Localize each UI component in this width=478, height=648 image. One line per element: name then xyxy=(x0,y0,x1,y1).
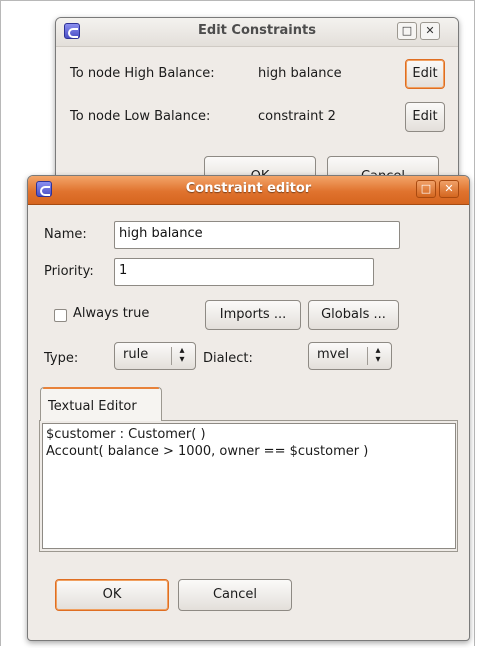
combo-arrows-icon: ▴ ▾ xyxy=(375,345,381,365)
cancel-button[interactable]: Cancel xyxy=(178,579,292,611)
always-true-checkbox[interactable] xyxy=(54,309,67,322)
edit-constraints-titlebar[interactable]: Edit Constraints □ ✕ xyxy=(56,18,458,47)
edit-constraints-dialog: Edit Constraints □ ✕ To node High Balanc… xyxy=(55,17,459,187)
tab-textual-editor[interactable]: Textual Editor xyxy=(40,387,162,421)
name-label: Name: xyxy=(44,227,87,242)
type-label: Type: xyxy=(44,351,79,366)
editor-line: $customer : Customer( ) xyxy=(46,427,206,442)
type-combo[interactable]: rule ▴ ▾ xyxy=(114,342,196,370)
minimize-icon[interactable]: □ xyxy=(416,180,436,198)
type-combo-value: rule xyxy=(123,347,149,362)
low-balance-constraint-value: constraint 2 xyxy=(258,109,336,124)
always-true-label[interactable]: Always true xyxy=(73,306,149,321)
ok-button[interactable]: OK xyxy=(55,579,169,611)
dialect-combo[interactable]: mvel ▴ ▾ xyxy=(308,342,392,370)
edit-high-balance-button[interactable]: Edit xyxy=(405,59,445,89)
constraint-editor-dialog: Constraint editor □ ✕ Name: high balance… xyxy=(27,175,470,641)
combo-arrows-icon: ▴ ▾ xyxy=(179,345,185,365)
priority-label: Priority: xyxy=(44,264,94,279)
close-icon[interactable]: ✕ xyxy=(439,180,459,198)
priority-field[interactable]: 1 xyxy=(114,258,374,286)
edit-low-balance-button[interactable]: Edit xyxy=(405,102,445,132)
high-balance-constraint-value: high balance xyxy=(258,66,342,81)
tab-textual-editor-label: Textual Editor xyxy=(48,399,137,414)
imports-button[interactable]: Imports ... xyxy=(205,300,301,330)
constraint-editor-titlebar[interactable]: Constraint editor □ ✕ xyxy=(28,176,469,205)
constraint-text-editor[interactable]: $customer : Customer( ) Account( balance … xyxy=(42,423,456,549)
high-balance-node-label: To node High Balance: xyxy=(70,66,215,81)
globals-button[interactable]: Globals ... xyxy=(308,300,399,330)
minimize-icon[interactable]: □ xyxy=(397,22,417,40)
editor-line: Account( balance > 1000, owner == $custo… xyxy=(46,444,369,459)
dialect-label: Dialect: xyxy=(203,351,253,366)
dialect-combo-value: mvel xyxy=(317,347,349,362)
combo-separator xyxy=(367,347,368,365)
low-balance-node-label: To node Low Balance: xyxy=(70,109,211,124)
combo-separator xyxy=(171,347,172,365)
close-icon[interactable]: ✕ xyxy=(420,22,440,40)
constraint-editor-title: Constraint editor xyxy=(185,181,312,196)
name-field[interactable]: high balance xyxy=(114,221,400,249)
